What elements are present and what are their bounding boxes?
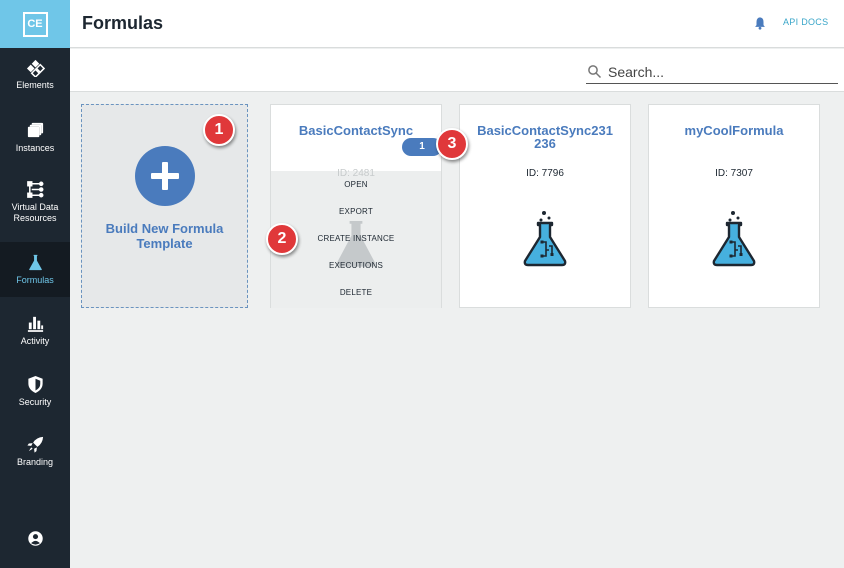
sidebar-item-label: Activity xyxy=(20,336,50,346)
menu-item-executions[interactable]: EXECUTIONS xyxy=(271,261,441,270)
formula-id: ID: 7796 xyxy=(526,168,564,179)
vdr-icon xyxy=(26,181,43,198)
formula-card[interactable]: BasicContactSync231 236 ID: 7796 xyxy=(459,104,631,308)
instances-icon xyxy=(27,122,43,138)
bell-icon[interactable] xyxy=(753,16,767,30)
menu-item-open[interactable]: OPEN xyxy=(271,180,441,189)
api-docs-link[interactable]: API DOCS xyxy=(783,17,828,27)
formula-title: myCoolFormula xyxy=(684,123,784,138)
annotation-marker-2: 2 xyxy=(266,223,298,255)
header: Formulas API DOCS xyxy=(70,0,844,48)
plus-icon xyxy=(135,146,195,206)
sidebar-item-security[interactable]: Security xyxy=(0,375,70,415)
shield-icon xyxy=(27,375,43,394)
profile-button[interactable] xyxy=(0,530,70,550)
formula-id: ID: 2481 xyxy=(337,168,375,179)
formula-title: BasicContactSync xyxy=(298,123,414,138)
elements-icon xyxy=(26,59,45,77)
user-icon xyxy=(27,531,43,546)
formula-card[interactable]: myCoolFormula ID: 7307 xyxy=(648,104,820,308)
flask-icon xyxy=(712,211,756,267)
build-formula-label: Build New Formula Template xyxy=(105,221,224,251)
search-bar xyxy=(70,49,844,92)
menu-item-export[interactable]: EXPORT xyxy=(271,207,441,216)
sidebar-item-instances[interactable]: Instances xyxy=(0,121,70,161)
flask-icon xyxy=(523,211,567,267)
formula-id: ID: 7307 xyxy=(715,168,753,179)
formula-card[interactable]: BasicContactSync ID: 2481 OPEN EXPORT CR… xyxy=(270,104,442,308)
search-field xyxy=(586,61,838,84)
sidebar-item-label: Instances xyxy=(15,143,55,153)
rocket-icon xyxy=(26,436,43,453)
annotation-marker-1: 1 xyxy=(203,114,235,146)
sidebar-item-label: Branding xyxy=(16,457,54,467)
sidebar-item-label: Virtual Data Resources xyxy=(11,202,59,223)
search-input[interactable] xyxy=(608,61,836,83)
sidebar-item-elements[interactable]: Elements xyxy=(0,58,70,104)
sidebar-item-branding[interactable]: Branding xyxy=(0,435,70,475)
sidebar-item-label: Security xyxy=(18,397,52,407)
annotation-marker-3: 3 xyxy=(436,128,468,160)
sidebar-item-label: Elements xyxy=(16,80,54,90)
menu-item-delete[interactable]: DELETE xyxy=(271,288,441,297)
search-icon xyxy=(588,65,602,79)
flask-icon xyxy=(28,254,42,271)
sidebar-item-virtual-data-resources[interactable]: Virtual Data Resources xyxy=(0,180,70,232)
sidebar-item-formulas[interactable]: Formulas xyxy=(0,242,70,297)
sidebar-item-label: Formulas xyxy=(16,275,54,285)
page-title: Formulas xyxy=(82,13,164,33)
logo-text: CE xyxy=(22,11,48,37)
sidebar-item-activity[interactable]: Activity xyxy=(0,314,70,354)
sidebar: CE Elements Instances Virtual Data Resou… xyxy=(0,0,70,568)
formula-title: BasicContactSync231 236 xyxy=(477,123,613,151)
bar-chart-icon xyxy=(27,316,43,332)
logo[interactable]: CE xyxy=(0,0,70,48)
